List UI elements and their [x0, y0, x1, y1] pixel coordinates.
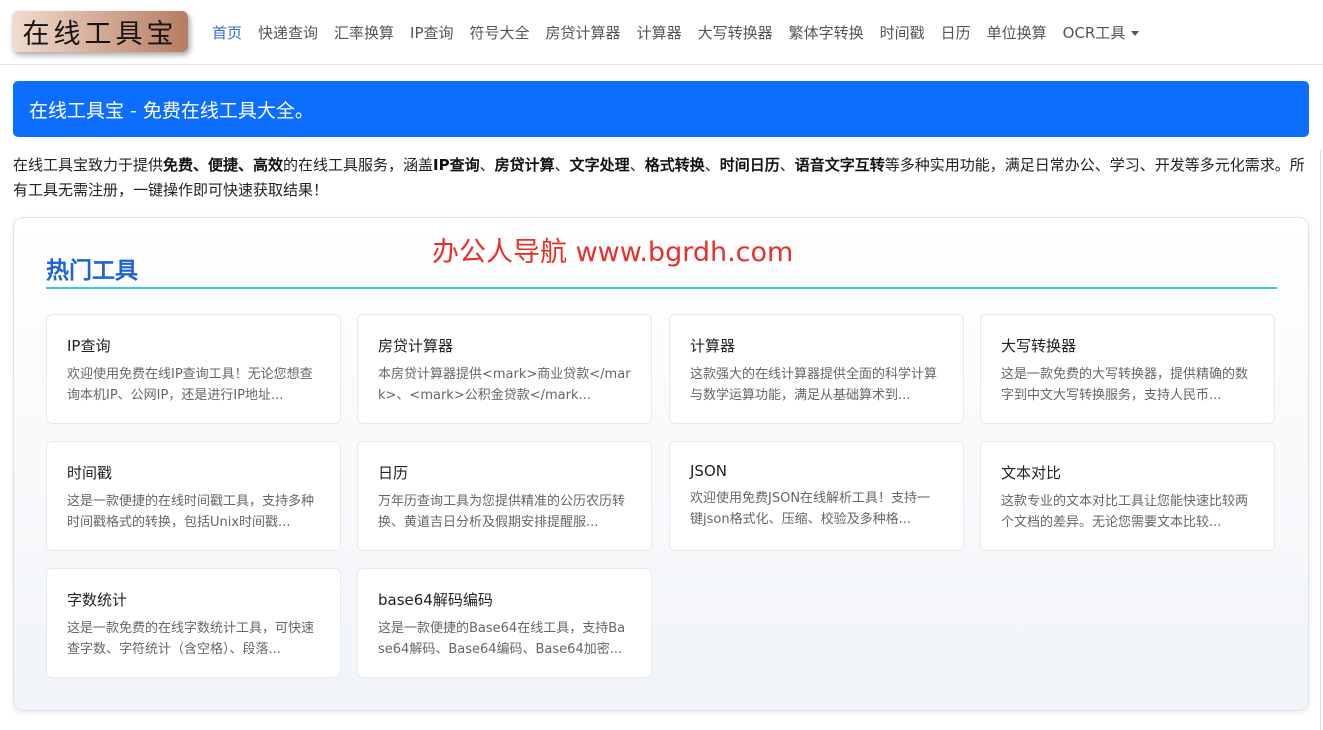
nav-item-timestamp[interactable]: 时间戳 [872, 22, 933, 43]
tool-card-title: 字数统计 [67, 591, 128, 609]
tool-card-title: IP查询 [67, 337, 111, 355]
nav-item-traditional-chinese[interactable]: 繁体字转换 [781, 22, 872, 43]
nav-item-unit-conversion[interactable]: 单位换算 [979, 22, 1055, 43]
nav-item-express[interactable]: 快递查询 [250, 22, 326, 43]
tool-card-desc: 本房贷计算器提供<mark>商业贷款</mark>、<mark>公积金贷款</m… [378, 367, 631, 403]
intro-paragraph: 在线工具宝致力于提供免费、便捷、高效的在线工具服务，涵盖IP查询、房贷计算、文字… [13, 153, 1313, 203]
intro-text: 、 [779, 156, 795, 174]
intro-text: 的在线工具服务，涵盖 [283, 156, 434, 174]
intro-highlight: 格式转换 [644, 156, 705, 174]
intro-text: 、 [704, 156, 720, 174]
nav-item-mortgage-calculator[interactable]: 房贷计算器 [538, 22, 629, 43]
nav-item-home[interactable]: 首页 [204, 22, 250, 43]
intro-highlight: 语音文字互转 [794, 156, 885, 174]
caret-down-icon [1131, 30, 1140, 36]
tool-card-desc: 这是一款便捷的在线时间戳工具，支持多种时间戳格式的转换，包括Unix时间戳... [67, 494, 315, 530]
scrollbar-track[interactable] [1320, 150, 1321, 730]
hot-tools-panel: 热门工具 办公人导航 www.bgrdh.com IP查询 欢迎使用免费在线IP… [13, 217, 1309, 711]
nav-item-uppercase-converter[interactable]: 大写转换器 [690, 22, 781, 43]
nav-item-ip-lookup[interactable]: IP查询 [402, 22, 461, 43]
intro-text: 、 [479, 156, 495, 174]
intro-text: 、 [554, 156, 570, 174]
tool-card-title: JSON [690, 462, 727, 480]
nav-item-symbols[interactable]: 符号大全 [462, 22, 538, 43]
tool-card-word-count[interactable]: 字数统计 这是一款免费的在线字数统计工具，可快速查字数、字符统计（含空格）、段落… [46, 568, 341, 678]
tool-card-mortgage-calculator[interactable]: 房贷计算器 本房贷计算器提供<mark>商业贷款</mark>、<mark>公积… [357, 314, 652, 424]
intro-highlight: IP查询 [433, 156, 480, 174]
hero-banner: 在线工具宝 - 免费在线工具大全。 [13, 81, 1309, 137]
intro-highlight: 文字处理 [569, 156, 630, 174]
tool-card-title: 房贷计算器 [378, 337, 454, 355]
intro-highlight: 房贷计算 [494, 156, 555, 174]
site-logo[interactable]: 在线工具宝 [12, 11, 188, 52]
intro-highlight: 免费、便捷、高效 [163, 156, 284, 174]
intro-highlight: 时间日历 [719, 156, 780, 174]
tool-card-title: 计算器 [690, 337, 736, 355]
tool-card-desc: 这款强大的在线计算器提供全面的科学计算与数学运算功能，满足从基础算术到... [690, 367, 938, 403]
intro-text: 在线工具宝致力于提供 [13, 156, 164, 174]
tool-card-title: 文本对比 [1001, 464, 1062, 482]
tool-card-desc: 这是一款免费的在线字数统计工具，可快速查字数、字符统计（含空格）、段落... [67, 621, 315, 657]
tool-card-title: 时间戳 [67, 464, 113, 482]
tool-card-desc: 万年历查询工具为您提供精准的公历农历转换、黄道吉日分析及假期安排提醒服... [378, 494, 626, 530]
tool-card-json[interactable]: JSON 欢迎使用免费JSON在线解析工具！支持一键json格式化、压缩、校验及… [669, 441, 964, 551]
nav-item-ocr-label: OCR工具 [1062, 23, 1126, 42]
banner-text: 在线工具宝 - 免费在线工具大全。 [29, 99, 314, 122]
tool-card-desc: 这是一款免费的大写转换器，提供精确的数字到中文大写转换服务，支持人民币... [1001, 367, 1249, 403]
logo-text: 在线工具宝 [22, 19, 178, 50]
tool-card-base64[interactable]: base64解码编码 这是一款便捷的Base64在线工具，支持Base64解码、… [357, 568, 652, 678]
hot-tools-title: 热门工具 [46, 258, 138, 284]
intro-text: 、 [629, 156, 645, 174]
tool-card-title: base64解码编码 [378, 591, 493, 609]
tool-card-uppercase-converter[interactable]: 大写转换器 这是一款免费的大写转换器，提供精确的数字到中文大写转换服务，支持人民… [980, 314, 1275, 424]
tool-card-desc: 这款专业的文本对比工具让您能快速比较两个文档的差异。无论您需要文本比较... [1001, 494, 1249, 530]
tool-card-title: 大写转换器 [1001, 337, 1077, 355]
nav-item-calendar[interactable]: 日历 [933, 22, 979, 43]
tool-card-calendar[interactable]: 日历 万年历查询工具为您提供精准的公历农历转换、黄道吉日分析及假期安排提醒服..… [357, 441, 652, 551]
tool-card-title: 日历 [378, 464, 409, 482]
main-nav: 首页 快递查询 汇率换算 IP查询 符号大全 房贷计算器 计算器 大写转换器 繁… [204, 20, 1147, 44]
title-underline [46, 287, 1277, 289]
tool-card-calculator[interactable]: 计算器 这款强大的在线计算器提供全面的科学计算与数学运算功能，满足从基础算术到.… [669, 314, 964, 424]
tool-card-desc: 欢迎使用免费在线IP查询工具！无论您想查询本机IP、公网IP，还是进行IP地址.… [67, 367, 313, 403]
tool-card-desc: 欢迎使用免费JSON在线解析工具！支持一键json格式化、压缩、校验及多种格..… [690, 491, 931, 527]
tool-card-timestamp[interactable]: 时间戳 这是一款便捷的在线时间戳工具，支持多种时间戳格式的转换，包括Unix时间… [46, 441, 341, 551]
top-navbar: 在线工具宝 首页 快递查询 汇率换算 IP查询 符号大全 房贷计算器 计算器 大… [0, 0, 1323, 65]
tool-card-ip-lookup[interactable]: IP查询 欢迎使用免费在线IP查询工具！无论您想查询本机IP、公网IP，还是进行… [46, 314, 341, 424]
tool-card-text-compare[interactable]: 文本对比 这款专业的文本对比工具让您能快速比较两个文档的差异。无论您需要文本比较… [980, 441, 1275, 551]
watermark-text: 办公人导航 www.bgrdh.com [432, 237, 794, 268]
tool-card-desc: 这是一款便捷的Base64在线工具，支持Base64解码、Base64编码、Ba… [378, 621, 626, 657]
nav-item-ocr-dropdown[interactable]: OCR工具 [1055, 22, 1148, 43]
nav-item-calculator[interactable]: 计算器 [629, 22, 690, 43]
nav-item-exchange-rate[interactable]: 汇率换算 [326, 22, 402, 43]
